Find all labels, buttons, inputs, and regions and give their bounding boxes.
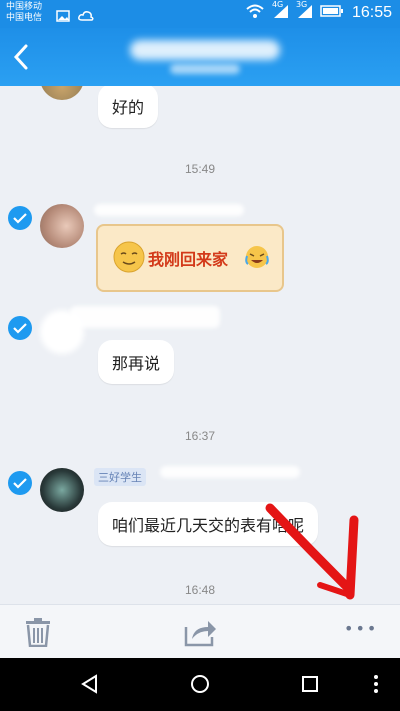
select-checkbox[interactable] <box>8 316 32 340</box>
signal-icon: 4G <box>272 0 288 22</box>
message-bubble[interactable]: 咱们最近几天交的表有啥呢 <box>98 502 319 546</box>
network-type-1: 4G <box>271 0 284 9</box>
select-checkbox[interactable] <box>8 206 32 230</box>
cloud-icon <box>78 7 94 26</box>
message-bubble[interactable]: 那再说 <box>98 340 175 384</box>
crying-laugh-emoji-icon <box>245 246 269 268</box>
chat-title-redacted <box>130 40 280 60</box>
sticker-message[interactable]: 我刚回来家 <box>96 224 284 292</box>
sender-name-redacted <box>70 306 220 328</box>
wifi-icon <box>246 4 264 22</box>
delete-button[interactable] <box>24 617 52 651</box>
sender-tag: 三好学生 <box>94 468 146 486</box>
message-bubble[interactable]: 好的 <box>98 86 159 128</box>
signal-icon: 3G <box>296 0 312 22</box>
chat-header <box>0 28 400 86</box>
avatar <box>40 204 84 248</box>
check-icon <box>13 213 27 224</box>
clock: 16:55 <box>351 4 392 21</box>
avatar <box>40 468 84 512</box>
image-icon <box>56 7 70 26</box>
back-triangle-icon <box>81 674 97 694</box>
nav-home-button[interactable] <box>190 674 210 698</box>
sender-name-redacted <box>94 204 244 216</box>
system-navbar <box>0 658 400 711</box>
nav-menu-button[interactable] <box>372 674 380 698</box>
sticker-text: 我刚回来家 <box>148 250 229 269</box>
carrier-info: 中国移动 中国电信 <box>6 2 42 24</box>
battery-icon <box>320 5 344 21</box>
chevron-left-icon <box>13 44 28 70</box>
more-button[interactable]: ••• <box>344 619 378 638</box>
timestamp: 16:48 <box>184 583 216 597</box>
sender-name-redacted <box>160 466 300 478</box>
chat-subtitle-redacted <box>170 64 240 74</box>
avatar <box>40 86 84 100</box>
check-icon <box>13 323 27 334</box>
timestamp: 16:37 <box>184 429 216 443</box>
network-type-2: 3G <box>295 0 308 9</box>
recents-square-icon <box>302 676 318 692</box>
status-bar: 中国移动 中国电信 4G 3G 16:55 <box>0 0 400 28</box>
multi-select-toolbar: ••• <box>0 604 400 659</box>
carrier-1: 中国移动 <box>6 2 43 12</box>
face-emoji-icon <box>113 241 145 273</box>
check-icon <box>13 478 27 489</box>
share-button[interactable] <box>184 617 218 651</box>
select-checkbox[interactable] <box>8 471 32 495</box>
more-icon: ••• <box>344 619 379 638</box>
timestamp: 15:49 <box>184 162 216 176</box>
nav-recents-button[interactable] <box>300 674 320 698</box>
share-icon <box>184 621 216 647</box>
trash-icon <box>26 618 50 648</box>
nav-back-button[interactable] <box>80 674 100 698</box>
menu-dots-icon <box>374 675 378 693</box>
carrier-2: 中国电信 <box>6 13 43 23</box>
back-button[interactable] <box>8 40 38 74</box>
home-circle-icon <box>191 675 209 693</box>
message-list[interactable]: 好的 15:49 我刚回来家 那再说 16:37 三好学生 咱们最近几天交的表有… <box>0 86 400 604</box>
